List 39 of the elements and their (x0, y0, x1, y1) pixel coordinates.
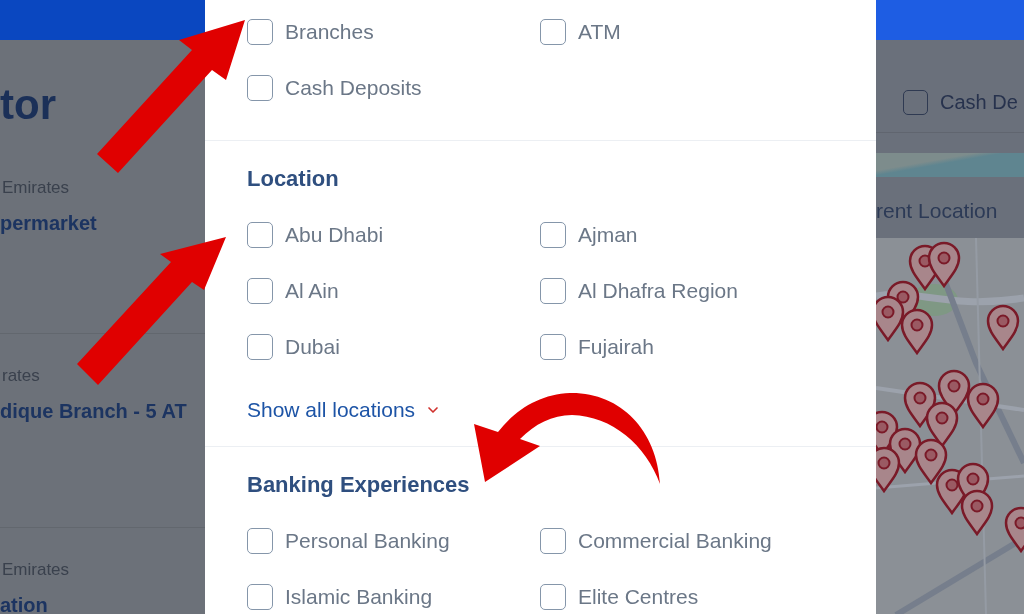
curved-arrow-icon (473, 392, 661, 485)
section-heading: Banking Experiences (247, 471, 470, 499)
checkbox[interactable] (247, 278, 273, 304)
checkbox[interactable] (540, 19, 566, 45)
option-label: Ajman (578, 222, 638, 248)
result-name[interactable]: dique Branch - 5 AT (0, 399, 187, 423)
checkbox[interactable] (247, 19, 273, 45)
option-label: Abu Dhabi (285, 222, 384, 248)
show-all-locations-link[interactable]: Show all locations (247, 398, 442, 422)
checkbox[interactable] (247, 584, 273, 610)
result-name[interactable]: permarket (0, 211, 97, 235)
option-label: Personal Banking (285, 528, 450, 554)
option-label: Al Ain (285, 278, 339, 304)
option-label: Commercial Banking (578, 528, 772, 554)
checkbox[interactable] (540, 528, 566, 554)
checkbox[interactable] (903, 90, 928, 115)
checkbox[interactable] (540, 278, 566, 304)
checkbox[interactable] (247, 222, 273, 248)
option-label: Elite Centres (578, 584, 699, 610)
checkbox[interactable] (247, 334, 273, 360)
pointer-arrow-icon (96, 19, 246, 174)
result-name[interactable]: ation (0, 593, 48, 614)
option-label: Al Dhafra Region (578, 278, 738, 304)
option-label: Cash Deposits (285, 75, 422, 101)
checkbox[interactable] (247, 528, 273, 554)
option-label: Fujairah (578, 334, 654, 360)
option-label: ATM (578, 19, 621, 45)
option-label: Dubai (285, 334, 340, 360)
page-title: tor (0, 84, 56, 126)
checkbox[interactable] (540, 584, 566, 610)
current-location-text[interactable]: rent Location (876, 199, 998, 223)
checkbox[interactable] (247, 75, 273, 101)
pointer-arrow-icon (76, 236, 227, 386)
option-label: Branches (285, 19, 374, 45)
option-label: Cash De (940, 90, 1018, 115)
option-label: Islamic Banking (285, 584, 433, 610)
checkbox[interactable] (540, 222, 566, 248)
checkbox[interactable] (540, 334, 566, 360)
section-heading: Location (247, 165, 339, 193)
